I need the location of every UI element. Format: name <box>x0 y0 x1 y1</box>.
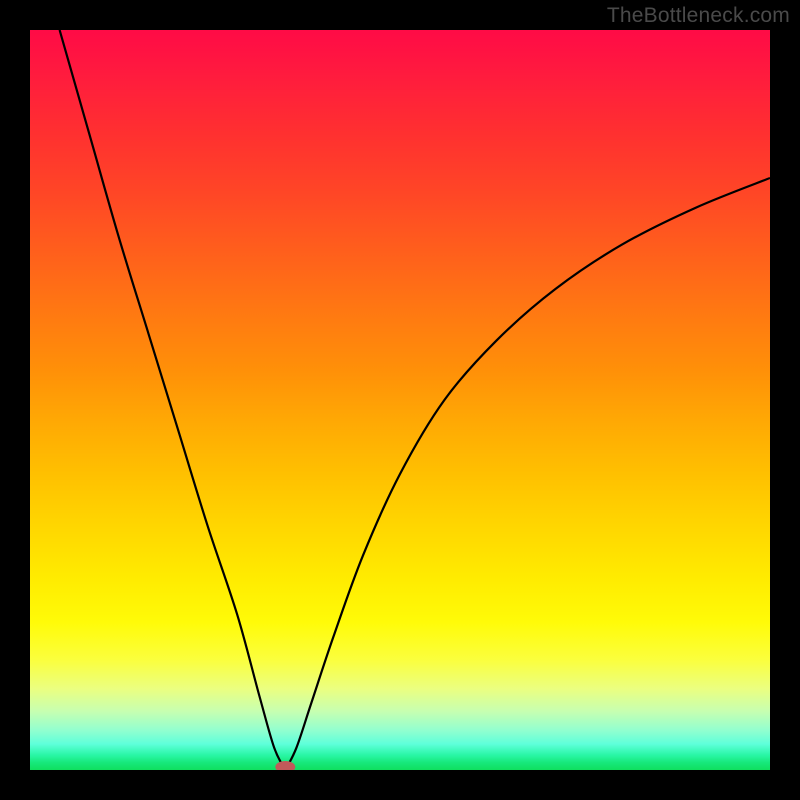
chart-plot-area <box>30 30 770 770</box>
minimum-marker <box>275 761 295 770</box>
curve-left-branch <box>60 30 286 770</box>
chart-svg <box>30 30 770 770</box>
watermark-text: TheBottleneck.com <box>607 4 790 28</box>
curve-right-branch <box>285 178 770 770</box>
